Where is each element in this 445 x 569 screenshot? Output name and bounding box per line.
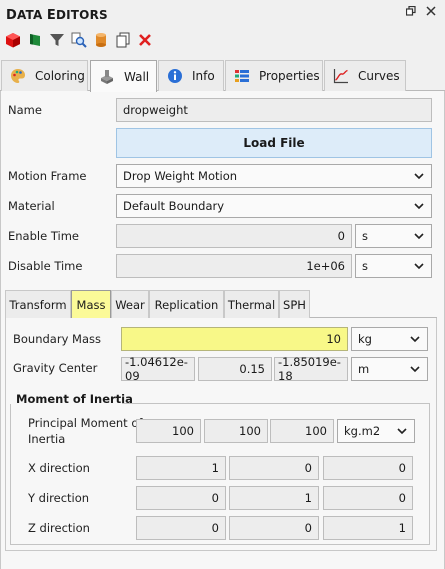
enable-time-label: Enable Time — [8, 229, 79, 243]
material-label: Material — [8, 199, 55, 213]
wall-icon — [98, 68, 116, 86]
motion-frame-value: Drop Weight Motion — [123, 169, 238, 183]
gravity-center-unit: m — [358, 362, 370, 376]
name-field[interactable]: dropweight — [116, 98, 432, 122]
tab-wall[interactable]: Wall — [90, 60, 157, 92]
boundary-mass-field[interactable]: 10 — [121, 327, 348, 351]
load-file-button[interactable]: Load File — [116, 128, 432, 158]
enable-time-field[interactable]: 0 — [116, 224, 352, 248]
chevron-down-icon — [413, 260, 425, 272]
tab-transform[interactable]: Transform — [5, 290, 71, 318]
tab-wear[interactable]: Wear — [111, 290, 149, 318]
y-direction-1-field[interactable]: 0 — [136, 486, 226, 510]
enable-time-unit: s — [362, 229, 368, 243]
tab-curves[interactable]: Curves — [324, 60, 406, 91]
y-direction-3-field[interactable]: 0 — [323, 486, 413, 510]
disable-time-label: Disable Time — [8, 259, 83, 273]
red-cube-icon[interactable] — [5, 32, 21, 48]
disable-time-unit: s — [362, 259, 368, 273]
properties-icon — [233, 67, 251, 85]
motion-frame-select[interactable]: Drop Weight Motion — [116, 164, 432, 188]
chevron-down-icon — [413, 230, 425, 242]
principal-moment-z-field[interactable]: 100 — [270, 419, 334, 443]
undock-icon[interactable] — [404, 5, 418, 20]
tab-coloring[interactable]: Coloring — [1, 60, 88, 91]
chevron-down-icon — [413, 170, 425, 182]
z-direction-3-field[interactable]: 1 — [323, 516, 413, 540]
group-divider — [122, 403, 430, 404]
material-select[interactable]: Default Boundary — [116, 194, 432, 218]
gravity-center-label: Gravity Center — [13, 361, 98, 375]
curves-icon — [332, 67, 350, 85]
motion-frame-label: Motion Frame — [8, 169, 87, 183]
tab-thermal[interactable]: Thermal — [224, 290, 279, 318]
name-label: Name — [8, 103, 42, 117]
disable-time-field[interactable]: 1e+06 — [116, 254, 352, 278]
y-direction-2-field[interactable]: 1 — [229, 486, 319, 510]
chevron-down-icon — [409, 333, 421, 345]
tab-info[interactable]: Info — [158, 60, 224, 91]
gravity-center-y-field[interactable]: 0.15 — [198, 357, 272, 381]
chevron-down-icon — [409, 363, 421, 375]
gravity-center-z-field[interactable]: -1.85019e-18 — [274, 355, 348, 383]
principal-moment-y-field[interactable]: 100 — [204, 419, 268, 443]
principal-moment-unit-select[interactable]: kg.m2 — [337, 419, 415, 443]
copy-icon[interactable] — [115, 32, 131, 48]
y-direction-label: Y direction — [28, 491, 90, 505]
principal-moment-unit: kg.m2 — [344, 424, 381, 438]
palette-icon — [9, 67, 27, 85]
z-direction-1-field[interactable]: 0 — [136, 516, 226, 540]
principal-moment-label: Principal Moment of Inertia — [28, 416, 143, 446]
z-direction-2-field[interactable]: 0 — [229, 516, 319, 540]
sub-tabs: Transform Mass Wear Replication Thermal … — [5, 290, 437, 319]
cylinder-icon[interactable] — [93, 32, 109, 48]
z-direction-label: Z direction — [28, 521, 90, 535]
tab-properties[interactable]: Properties — [225, 60, 323, 91]
principal-moment-x-field[interactable]: 100 — [136, 419, 201, 443]
boundary-mass-unit: kg — [358, 332, 372, 346]
panel-title: DATA EDITORS — [6, 8, 108, 23]
find-icon[interactable] — [71, 32, 87, 48]
boundary-mass-unit-select[interactable]: kg — [351, 327, 428, 351]
tab-replication[interactable]: Replication — [149, 290, 224, 318]
close-icon[interactable] — [424, 6, 438, 20]
boundary-mass-label: Boundary Mass — [13, 332, 101, 346]
x-direction-3-field[interactable]: 0 — [323, 456, 413, 480]
chevron-down-icon — [396, 425, 408, 437]
gravity-center-x-field[interactable]: -1.04612e-09 — [121, 355, 195, 383]
delete-icon[interactable] — [137, 32, 153, 48]
funnel-icon[interactable] — [49, 32, 65, 48]
info-icon — [166, 67, 184, 85]
tab-sph[interactable]: SPH — [279, 290, 310, 318]
gravity-center-unit-select[interactable]: m — [351, 357, 428, 381]
x-direction-2-field[interactable]: 0 — [229, 456, 319, 480]
green-flag-icon[interactable] — [27, 32, 43, 48]
material-value: Default Boundary — [123, 199, 225, 213]
tab-mass[interactable]: Mass — [71, 290, 111, 319]
x-direction-label: X direction — [28, 461, 90, 475]
chevron-down-icon — [413, 200, 425, 212]
disable-time-unit-select[interactable]: s — [355, 254, 432, 278]
enable-time-unit-select[interactable]: s — [355, 224, 432, 248]
main-tabs: Coloring Wall Info Properties Curves — [0, 60, 445, 92]
x-direction-1-field[interactable]: 1 — [136, 456, 226, 480]
